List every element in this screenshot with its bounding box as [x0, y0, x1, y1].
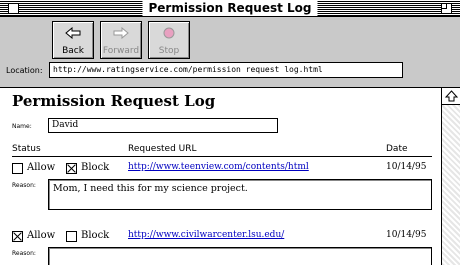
forward-label: Forward	[102, 46, 140, 56]
scroll-up-button[interactable]	[442, 88, 460, 105]
reason-textarea[interactable]	[48, 247, 432, 265]
back-label: Back	[62, 46, 84, 56]
name-label: Name:	[12, 123, 32, 130]
zoom-box[interactable]	[441, 3, 452, 14]
right-arrow-icon	[113, 27, 129, 39]
vertical-scrollbar[interactable]	[441, 88, 460, 265]
url-column-header: Requested URL	[128, 144, 197, 154]
page-content: Permission Request Log Name: David Statu…	[0, 88, 441, 265]
stop-icon	[163, 27, 175, 39]
window-title: Permission Request Log	[142, 0, 318, 16]
header-divider	[12, 156, 432, 157]
block-label: Block	[81, 162, 110, 173]
request-date: 10/14/95	[386, 230, 427, 240]
allow-label: Allow	[27, 162, 56, 173]
title-bar[interactable]: Permission Request Log	[0, 0, 460, 17]
requested-url-link[interactable]: http://www.teenview.com/contents/html	[128, 162, 309, 173]
page-title: Permission Request Log	[12, 92, 216, 110]
name-field[interactable]: David	[48, 118, 278, 133]
block-label: Block	[81, 230, 110, 241]
date-column-header: Date	[386, 144, 408, 154]
allow-label: Allow	[27, 230, 56, 241]
allow-checkbox[interactable]	[12, 163, 23, 174]
request-date: 10/14/95	[386, 162, 427, 172]
up-arrow-icon	[444, 90, 459, 102]
reason-label: Reason:	[12, 250, 36, 257]
block-checkbox[interactable]	[66, 163, 77, 174]
location-label: Location:	[6, 66, 43, 75]
allow-checkbox[interactable]	[12, 231, 23, 242]
block-checkbox[interactable]	[66, 231, 77, 242]
reason-label: Reason:	[12, 182, 36, 189]
scroll-track[interactable]	[442, 105, 460, 265]
forward-button[interactable]: Forward	[100, 21, 142, 59]
close-box[interactable]	[8, 3, 19, 14]
back-button[interactable]: Back	[52, 21, 94, 59]
browser-window: Permission Request Log Back Forward Stop…	[0, 0, 460, 265]
reason-textarea[interactable]: Mom, I need this for my science project.	[48, 179, 432, 210]
stop-label: Stop	[158, 46, 180, 56]
toolbar: Back Forward Stop Location: http://www.r…	[0, 17, 460, 88]
left-arrow-icon	[65, 27, 81, 39]
requested-url-link[interactable]: http://www.civilwarcenter.lsu.edu/	[128, 230, 284, 241]
status-column-header: Status	[12, 144, 41, 154]
stop-button[interactable]: Stop	[148, 21, 190, 59]
location-input[interactable]: http://www.ratingservice.com/permission …	[49, 62, 403, 78]
